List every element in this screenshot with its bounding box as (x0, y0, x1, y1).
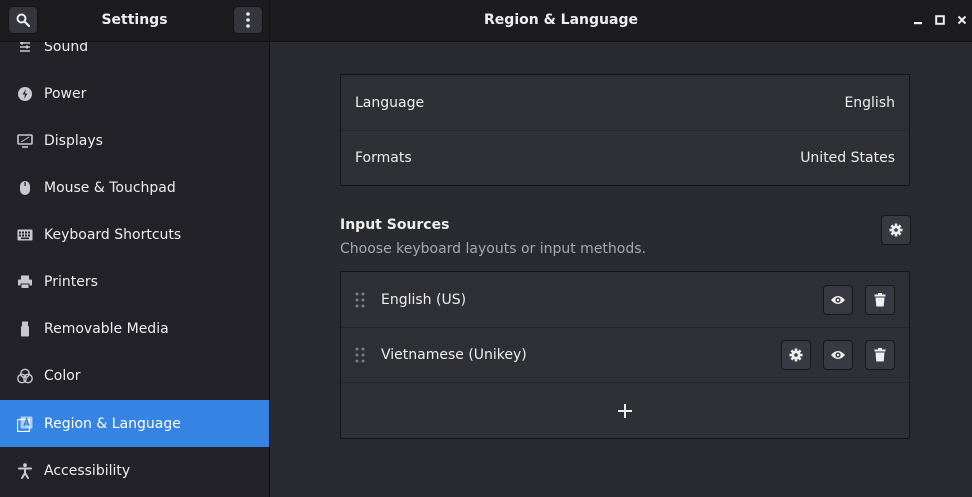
eye-icon (831, 351, 845, 359)
add-input-source-button[interactable] (341, 382, 909, 438)
input-sources-title: Input Sources (340, 217, 450, 233)
gear-icon (789, 348, 803, 362)
input-sources-options-button[interactable] (881, 215, 911, 245)
sidebar-item-label: Keyboard Shortcuts (44, 226, 182, 243)
input-source-name: English (US) (381, 291, 467, 308)
minimize-button[interactable] (910, 12, 926, 28)
sidebar-item-power[interactable]: Power (0, 70, 269, 117)
sidebar-title: Settings (101, 12, 168, 28)
close-button[interactable] (954, 12, 970, 28)
sidebar-item-printers[interactable]: Printers (0, 258, 269, 305)
sidebar-item-label: Color (44, 367, 81, 384)
sidebar-item-label: Accessibility (44, 462, 131, 479)
close-icon (957, 15, 967, 25)
remove-source-button[interactable] (865, 340, 895, 370)
usb-drive-icon (16, 321, 34, 337)
sidebar-item-label: Displays (44, 132, 103, 149)
page-title: Region & Language (484, 12, 638, 28)
sidebar-item-sound[interactable]: Sound (0, 42, 269, 70)
sidebar-item-displays[interactable]: Displays (0, 117, 269, 164)
input-source-row[interactable]: English (US) (341, 272, 909, 327)
sidebar-item-label: Printers (44, 273, 98, 290)
preview-layout-button[interactable] (823, 340, 853, 370)
input-sources-list: English (US) Vietnamese (Unikey) (340, 271, 910, 439)
power-icon (16, 86, 34, 102)
trash-icon (874, 348, 886, 362)
speaker-icon (16, 42, 34, 55)
vertical-dots-icon (246, 12, 250, 28)
sidebar: Sound Power Displays Mouse & Touchpad Ke… (0, 42, 270, 497)
input-source-row[interactable]: Vietnamese (Unikey) (341, 327, 909, 382)
sidebar-item-keyboard-shortcuts[interactable]: Keyboard Shortcuts (0, 211, 269, 258)
search-icon (16, 13, 30, 27)
plus-icon (618, 403, 632, 418)
sidebar-item-mouse-touchpad[interactable]: Mouse & Touchpad (0, 164, 269, 211)
sidebar-item-removable-media[interactable]: Removable Media (0, 305, 269, 352)
menu-button[interactable] (233, 6, 263, 34)
printer-icon (16, 274, 34, 290)
input-sources-subtitle: Choose keyboard layouts or input methods… (340, 241, 646, 257)
sidebar-item-label: Power (44, 85, 87, 102)
sidebar-header: Settings (0, 0, 270, 41)
color-icon (16, 368, 34, 384)
accessibility-icon (16, 462, 34, 479)
drag-handle-icon[interactable] (355, 347, 365, 363)
sidebar-item-label: Removable Media (44, 320, 169, 337)
maximize-button[interactable] (932, 12, 948, 28)
sidebar-item-accessibility[interactable]: Accessibility (0, 447, 269, 494)
sidebar-item-region-language[interactable]: Region & Language (0, 400, 269, 447)
sidebar-item-label: Mouse & Touchpad (44, 179, 176, 196)
formats-value: United States (800, 150, 895, 166)
gear-icon (889, 223, 903, 237)
formats-label: Formats (355, 150, 412, 166)
formats-row[interactable]: Formats United States (341, 130, 909, 185)
language-label: Language (355, 94, 425, 111)
sidebar-item-color[interactable]: Color (0, 352, 269, 399)
minimize-icon (914, 22, 922, 25)
trash-icon (874, 292, 886, 306)
input-source-name: Vietnamese (Unikey) (381, 347, 527, 363)
source-settings-button[interactable] (781, 340, 811, 370)
sidebar-item-label: Sound (44, 42, 89, 55)
main-content: Language English Formats United States I… (270, 42, 972, 497)
region-language-icon (16, 416, 34, 432)
display-icon (16, 133, 34, 149)
language-formats-list: Language English Formats United States (340, 74, 910, 186)
language-value: English (844, 94, 895, 111)
maximize-icon (935, 15, 945, 25)
remove-source-button[interactable] (865, 284, 895, 315)
language-row[interactable]: Language English (341, 75, 909, 130)
eye-icon (831, 295, 845, 304)
drag-handle-icon[interactable] (355, 292, 365, 308)
keyboard-icon (16, 227, 34, 243)
mouse-icon (16, 180, 34, 196)
preview-layout-button[interactable] (823, 284, 853, 315)
header-bar: Settings Region & Language (0, 0, 972, 42)
sidebar-item-label: Region & Language (44, 415, 181, 432)
